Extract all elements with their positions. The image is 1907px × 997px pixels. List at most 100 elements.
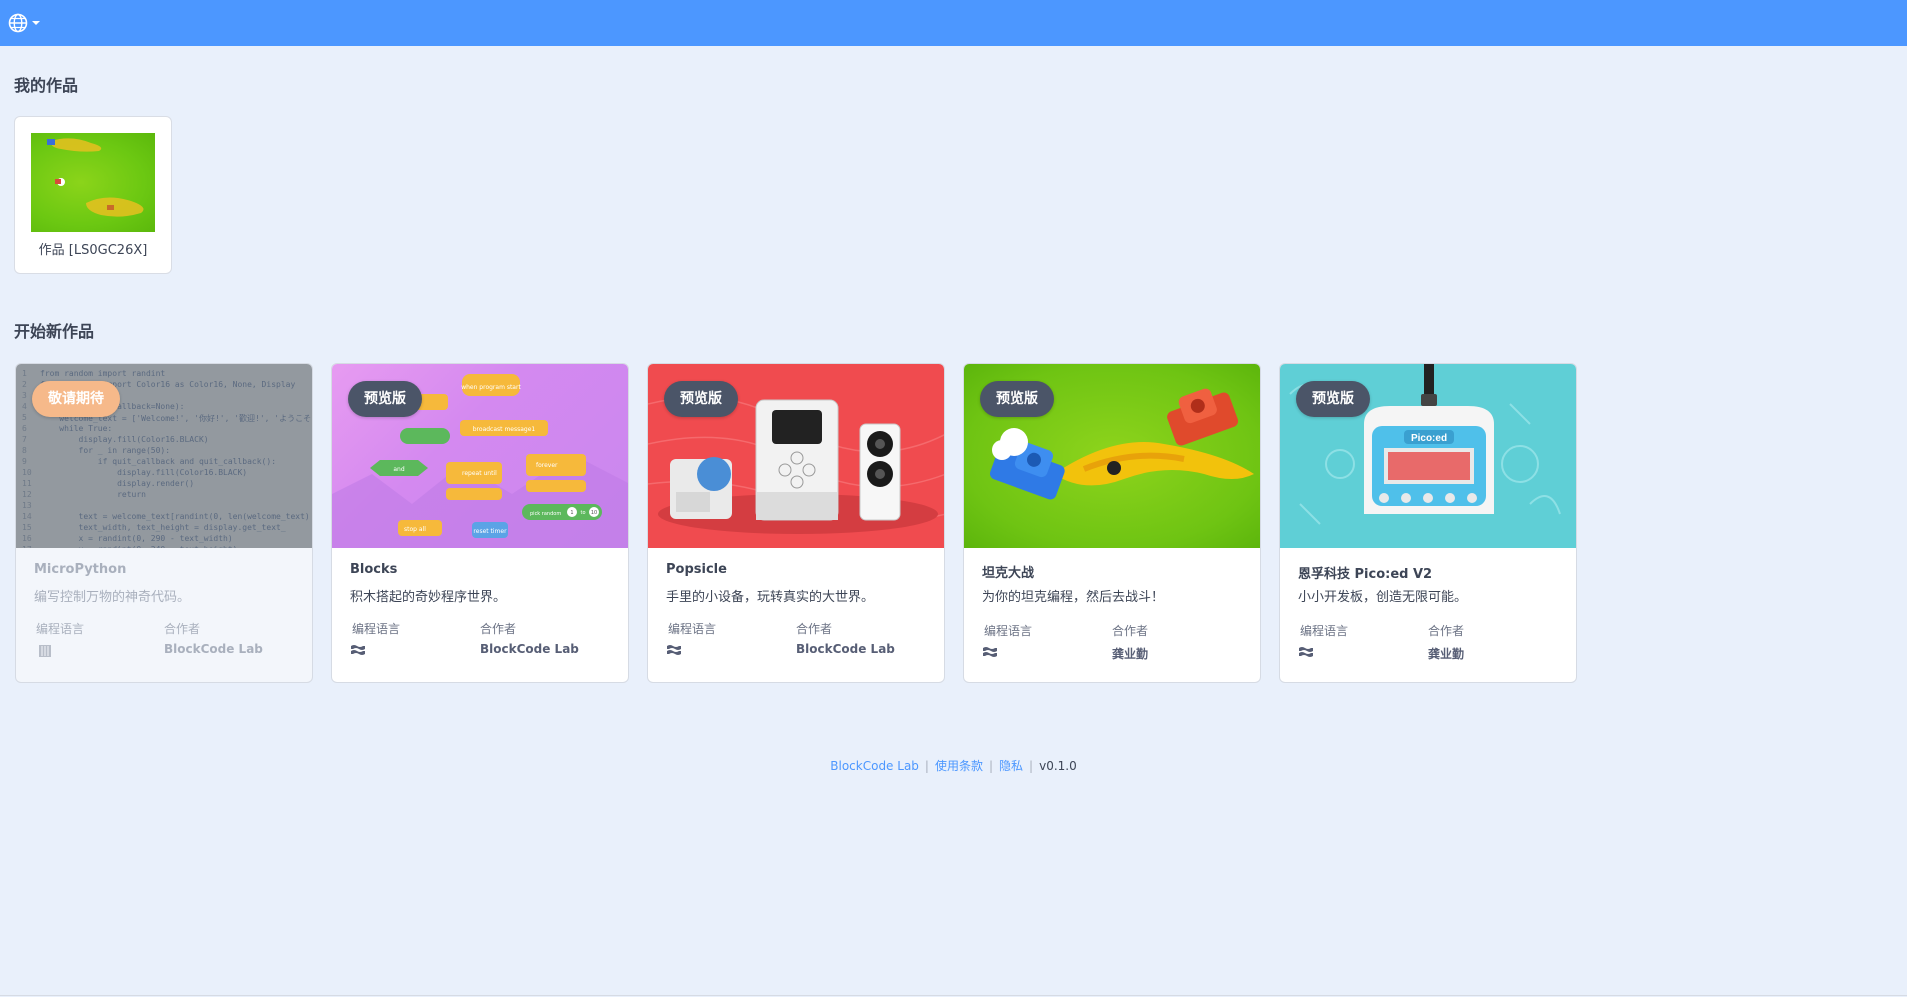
block-text: all [419, 526, 426, 533]
language-menu-button[interactable] [8, 11, 44, 35]
coming-soon-badge: 敬请期待 [32, 381, 120, 417]
code-line-number: 4 [22, 402, 27, 411]
partner-label: 合作者 [164, 622, 201, 636]
code-line: text = welcome_text[randint(0, len(welco… [40, 512, 310, 521]
globe-icon [8, 13, 28, 33]
code-line-number: 2 [22, 380, 27, 389]
footer-link-privacy[interactable]: 隐私 [999, 759, 1023, 773]
code-line-number: 8 [22, 446, 27, 455]
code-line-number: 12 [22, 490, 32, 499]
my-work-label: 作品 [LS0GC26X] [38, 243, 148, 258]
card-description: 编写控制万物的神奇代码。 [34, 590, 191, 605]
partner-name: BlockCode Lab [164, 642, 263, 656]
block-text: broadcast [473, 426, 503, 433]
code-line-number: 14 [22, 512, 32, 521]
blocks-icon [983, 647, 997, 657]
template-card-blocks[interactable]: when program start broadcast message1 an… [331, 363, 629, 683]
code-line-number: 7 [22, 435, 27, 444]
my-works-heading: 我的作品 [14, 76, 79, 95]
code-line-number: 11 [22, 479, 32, 488]
partner-label: 合作者 [796, 622, 833, 636]
code-line: if quit_callback and quit_callback(): [40, 457, 277, 466]
preview-badge: 预览版 [348, 381, 422, 417]
code-line: while True: [40, 424, 113, 433]
card-title: 恩孚科技 Pico:ed V2 [1298, 567, 1433, 582]
code-line-number: 6 [22, 424, 27, 433]
code-line-number: 16 [22, 534, 32, 543]
code-line: display.fill(Color16.BLACK) [40, 468, 248, 477]
language-label: 编程语言 [1300, 624, 1349, 638]
code-line-number: 17 [22, 545, 32, 548]
block-text: 1 [570, 510, 573, 516]
code-line: x = randint(0, 290 - text_width) [40, 534, 233, 543]
footer-link-blockcode-lab[interactable]: BlockCode Lab [830, 759, 919, 773]
code-line-number: 15 [22, 523, 32, 532]
block-text: repeat until [462, 470, 497, 477]
block-text: and [393, 466, 404, 473]
template-card-tank[interactable]: 预览版 坦克大战 为你的坦克编程，然后去战斗！ 编程语言 合作者 龚业勤 [963, 363, 1261, 683]
python-code-icon [39, 645, 51, 657]
partner-name: 龚业勤 [1428, 647, 1465, 661]
code-line: display.render() [40, 479, 195, 488]
code-line: from random import randint [40, 369, 166, 378]
partner-label: 合作者 [480, 622, 517, 636]
card-title: 坦克大战 [982, 566, 1035, 581]
language-label: 编程语言 [984, 624, 1033, 638]
card-description: 积木搭起的奇妙程序世界。 [350, 590, 507, 605]
caret-down-icon [32, 21, 40, 25]
partner-name: 龚业勤 [1112, 647, 1149, 661]
block-text: reset timer [473, 528, 507, 535]
code-line: y = randint(0, 240 - text_height) [40, 545, 238, 548]
block-text: when program start [461, 384, 521, 391]
bottom-divider [0, 995, 1907, 996]
code-line-number: 13 [22, 501, 32, 510]
partner-name: BlockCode Lab [796, 642, 895, 656]
preview-badge: 预览版 [980, 381, 1054, 417]
language-label: 编程语言 [668, 622, 717, 636]
code-line: for _ in range(50): [40, 446, 171, 455]
svg-text:broadcast message1: broadcast message1 [473, 426, 536, 433]
language-label: 编程语言 [36, 622, 85, 636]
footer-separator: | [924, 759, 929, 773]
card-description: 手里的小设备，玩转真实的大世界。 [666, 590, 875, 605]
footer-separator: | [988, 759, 994, 773]
picoed-logo-text: Pico:ed [1411, 433, 1447, 444]
template-card-popsicle[interactable]: 预览版 Popsicle 手里的小设备，玩转真实的大世界。 编程语言 合作者 B… [647, 363, 945, 683]
my-work-thumbnail [31, 133, 155, 232]
code-line: display.fill(Color16.BLACK) [40, 435, 209, 444]
code-line-number: 9 [22, 457, 27, 466]
card-title: Popsicle [666, 562, 727, 577]
top-navbar [0, 0, 1907, 46]
my-work-card[interactable]: 作品 [LS0GC26X] [14, 116, 172, 274]
code-line-number: 1 [22, 369, 27, 378]
code-line-number: 3 [22, 391, 27, 400]
code-line-number: 5 [22, 413, 27, 422]
code-line: return [40, 490, 146, 499]
footer-separator: | [1029, 759, 1034, 773]
partner-name: BlockCode Lab [480, 642, 579, 656]
block-text: 10 [591, 510, 597, 516]
block-text: pick random [530, 511, 561, 517]
version-label: v0.1.0 [1039, 759, 1077, 773]
template-card-picoed[interactable]: Pico:ed 预览版 恩孚科技 Pico:ed V2 小小开发板，创造无限可能… [1279, 363, 1577, 683]
card-title: Blocks [350, 562, 398, 577]
code-line: text_width, text_height = display.get_te… [40, 523, 286, 532]
block-text: message1 [504, 426, 535, 433]
partner-label: 合作者 [1112, 624, 1149, 638]
card-description: 小小开发板，创造无限可能。 [1298, 590, 1468, 605]
blocks-icon [1299, 647, 1313, 657]
partner-label: 合作者 [1428, 624, 1465, 638]
block-text: to [580, 510, 585, 516]
language-label: 编程语言 [352, 622, 401, 636]
footer-link-terms[interactable]: 使用条款 [935, 759, 983, 773]
card-description: 为你的坦克编程，然后去战斗！ [982, 590, 1165, 605]
svg-text:stop all: stop all [404, 526, 426, 533]
preview-badge: 预览版 [664, 381, 738, 417]
code-line-number: 10 [22, 468, 32, 477]
preview-badge: 预览版 [1296, 381, 1370, 417]
card-title: MicroPython [34, 562, 127, 577]
new-work-heading: 开始新作品 [14, 322, 95, 341]
template-card-micropython: 1 from random import randint 2 from machine… [15, 363, 313, 683]
blocks-icon [351, 645, 365, 655]
blocks-icon [667, 645, 681, 655]
